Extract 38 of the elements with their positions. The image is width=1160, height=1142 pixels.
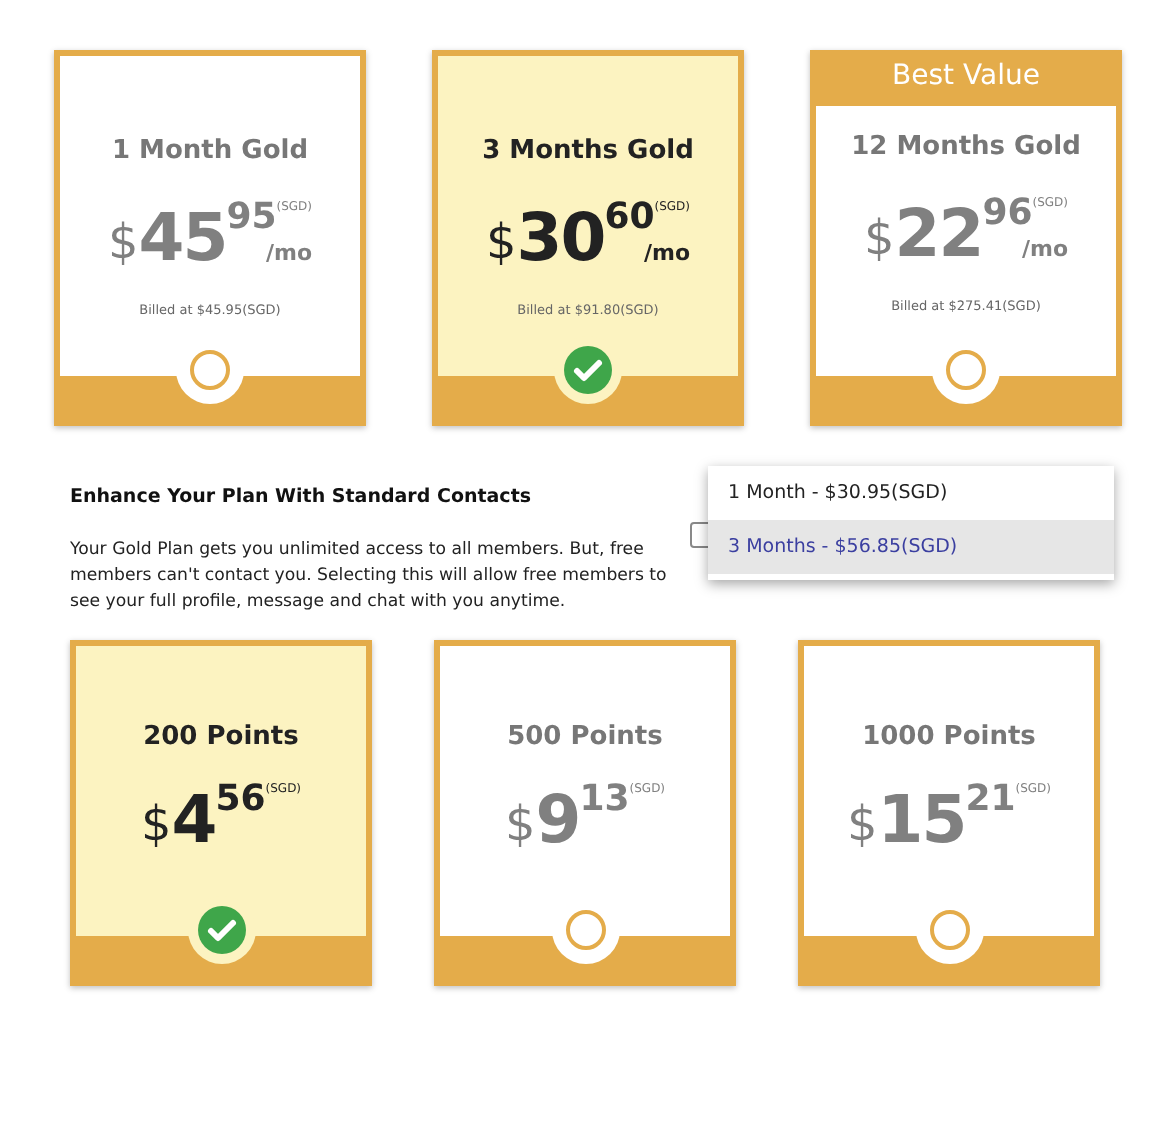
radio-circle[interactable] bbox=[946, 350, 986, 390]
radio-circle[interactable] bbox=[565, 910, 605, 950]
price-cents: 21 bbox=[965, 776, 1016, 824]
points-title: 500 Points bbox=[507, 722, 663, 752]
points-title: 200 Points bbox=[143, 722, 299, 752]
currency-symbol: $ bbox=[863, 210, 895, 266]
currency-symbol: $ bbox=[846, 796, 878, 852]
per-month: /mo bbox=[265, 242, 313, 266]
plan-banner: Best Value bbox=[810, 50, 1122, 106]
dropdown-option[interactable]: 3 Months - $56.85(SGD) bbox=[708, 520, 1114, 574]
price-cents: 60 bbox=[604, 194, 655, 242]
plan-title: 12 Months Gold bbox=[851, 132, 1081, 162]
dropdown-option[interactable]: 1 Month - $30.95(SGD) bbox=[708, 466, 1114, 520]
currency-symbol: $ bbox=[140, 796, 172, 852]
addon-description: Your Gold Plan gets you unlimited access to all members. But, free members can't contact you. Selecting this will allow free members to see your full profile, message and chat with you anytime. bbox=[70, 538, 669, 616]
radio-circle[interactable] bbox=[190, 350, 230, 390]
price-cents: 95 bbox=[226, 194, 277, 242]
radio-circle[interactable] bbox=[929, 910, 969, 950]
plan-title: 1 Month Gold bbox=[111, 136, 309, 166]
per-month: /mo bbox=[1021, 238, 1069, 262]
plan-title: 3 Months Gold bbox=[482, 136, 694, 166]
currency-symbol: $ bbox=[504, 796, 536, 852]
price-whole: 22 bbox=[894, 192, 983, 276]
price-whole: 4 bbox=[171, 778, 216, 862]
check-icon[interactable] bbox=[197, 906, 245, 954]
price-cents: 56 bbox=[215, 776, 266, 824]
check-icon[interactable] bbox=[564, 346, 612, 394]
price-whole: 45 bbox=[138, 196, 227, 280]
price-whole: 9 bbox=[535, 778, 580, 862]
currency-symbol: $ bbox=[107, 214, 139, 270]
price-whole: 15 bbox=[877, 778, 966, 862]
addon-heading: Enhance Your Plan With Standard Contacts bbox=[70, 486, 532, 508]
per-month: /mo bbox=[643, 242, 691, 266]
currency-symbol: $ bbox=[485, 214, 517, 270]
price-cents: 13 bbox=[579, 776, 630, 824]
points-title: 1000 Points bbox=[862, 722, 1036, 752]
price-whole: 30 bbox=[516, 196, 605, 280]
price-cents: 96 bbox=[982, 190, 1033, 238]
